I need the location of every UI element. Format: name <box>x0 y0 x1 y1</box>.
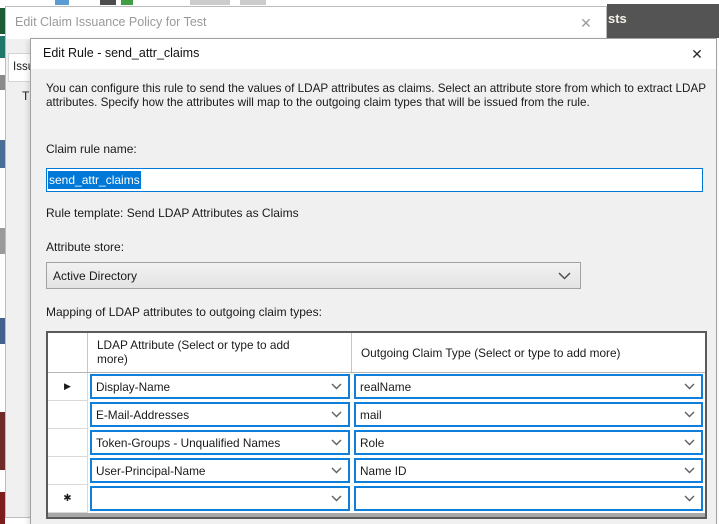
chevron-down-icon <box>684 495 695 502</box>
grid-cell: Name ID <box>352 457 705 485</box>
grid-cell <box>88 485 352 513</box>
combobox-value: mail <box>360 408 382 422</box>
combobox-value: Token-Groups - Unqualified Names <box>96 436 280 450</box>
table-row: Token-Groups - Unqualified Names Role <box>48 429 705 457</box>
outer-dialog-title: Edit Claim Issuance Policy for Test <box>15 15 207 29</box>
outgoing-claim-type-combobox[interactable]: mail <box>354 402 703 427</box>
grid-cell <box>352 485 705 513</box>
combobox-value: E-Mail-Addresses <box>96 408 189 422</box>
chevron-down-icon <box>684 383 695 390</box>
claim-rule-name-input[interactable]: send_attr_claims <box>46 168 703 192</box>
close-icon[interactable]: ✕ <box>574 12 598 34</box>
grid-cell: Token-Groups - Unqualified Names <box>88 429 352 457</box>
row-selector-cell[interactable] <box>48 429 88 457</box>
screen: sts Edit Claim Issuance Policy for Test … <box>0 0 719 524</box>
grid-cell: Role <box>352 429 705 457</box>
combobox-value: User-Principal-Name <box>96 464 205 478</box>
background-toolbar-icon-fragment <box>100 0 116 5</box>
combobox-value: Role <box>360 436 384 450</box>
close-icon[interactable]: ✕ <box>684 42 710 66</box>
row-selector-cell[interactable] <box>48 401 88 429</box>
claim-rule-name-label: Claim rule name: <box>46 142 137 156</box>
table-row: ▶ Display-Name realName <box>48 373 705 401</box>
chevron-down-icon <box>684 411 695 418</box>
background-window-band: sts <box>607 4 719 38</box>
background-toolbar-icon-fragment <box>190 0 230 5</box>
ldap-mapping-grid: LDAP Attribute (Select or type to add mo… <box>46 331 707 519</box>
chevron-down-icon <box>558 272 571 280</box>
rule-description-text: You can configure this rule to send the … <box>46 82 708 110</box>
column-header-outgoing-claim-type[interactable]: Outgoing Claim Type (Select or type to a… <box>352 333 705 372</box>
ldap-attribute-combobox[interactable]: E-Mail-Addresses <box>90 402 350 427</box>
ldap-attribute-combobox[interactable] <box>90 486 350 511</box>
chevron-down-icon <box>331 383 342 390</box>
table-row: E-Mail-Addresses mail <box>48 401 705 429</box>
attribute-store-value: Active Directory <box>53 269 137 283</box>
combobox-value: Name ID <box>360 464 407 478</box>
grid-cell: User-Principal-Name <box>88 457 352 485</box>
column-header-ldap-attribute[interactable]: LDAP Attribute (Select or type to add mo… <box>88 333 352 372</box>
chevron-down-icon <box>331 495 342 502</box>
background-window-title-fragment: sts <box>608 11 627 26</box>
table-row-new: ✱ <box>48 485 705 513</box>
column-header-label: Outgoing Claim Type (Select or type to a… <box>361 346 620 360</box>
chevron-down-icon <box>331 411 342 418</box>
grid-cell: mail <box>352 401 705 429</box>
current-row-arrow-icon: ▶ <box>64 381 71 392</box>
rule-template-text: Rule template: Send LDAP Attributes as C… <box>46 206 299 220</box>
row-selector-cell[interactable] <box>48 457 88 485</box>
grid-cell: realName <box>352 373 705 401</box>
ldap-attribute-combobox[interactable]: Token-Groups - Unqualified Names <box>90 430 350 455</box>
mapping-label: Mapping of LDAP attributes to outgoing c… <box>46 305 322 319</box>
ldap-attribute-combobox[interactable]: User-Principal-Name <box>90 458 350 483</box>
grid-header-row: LDAP Attribute (Select or type to add mo… <box>48 333 705 373</box>
chevron-down-icon <box>331 439 342 446</box>
outgoing-claim-type-combobox[interactable]: realName <box>354 374 703 399</box>
grid-cell: Display-Name <box>88 373 352 401</box>
outgoing-claim-type-combobox[interactable]: Role <box>354 430 703 455</box>
chevron-down-icon <box>331 467 342 474</box>
new-row-asterisk-icon: ✱ <box>63 493 71 504</box>
background-toolbar-icon-fragment <box>121 0 133 5</box>
dialog-title: Edit Rule - send_attr_claims <box>43 46 199 60</box>
row-selector-cell[interactable]: ▶ <box>48 373 88 401</box>
attribute-store-label: Attribute store: <box>46 240 124 254</box>
combobox-value: realName <box>360 380 411 394</box>
ldap-attribute-combobox[interactable]: Display-Name <box>90 374 350 399</box>
edit-rule-dialog: Edit Rule - send_attr_claims ✕ You can c… <box>30 38 717 524</box>
table-row: User-Principal-Name Name ID <box>48 457 705 485</box>
row-selector-cell[interactable]: ✱ <box>48 485 88 513</box>
background-toolbar-icon-fragment <box>55 0 69 5</box>
grid-corner-header[interactable] <box>48 333 88 372</box>
attribute-store-combobox[interactable]: Active Directory <box>46 262 581 289</box>
chevron-down-icon <box>684 439 695 446</box>
tab-issuance-transform-rules[interactable]: Issuance <box>8 53 32 82</box>
grid-cell: E-Mail-Addresses <box>88 401 352 429</box>
claim-rule-name-value: send_attr_claims <box>48 171 141 189</box>
background-toolbar-icon-fragment <box>240 0 266 5</box>
combobox-value: Display-Name <box>96 380 170 394</box>
chevron-down-icon <box>684 467 695 474</box>
outgoing-claim-type-combobox[interactable]: Name ID <box>354 458 703 483</box>
column-header-label: LDAP Attribute (Select or type to add mo… <box>97 338 305 366</box>
outgoing-claim-type-combobox[interactable] <box>354 486 703 511</box>
